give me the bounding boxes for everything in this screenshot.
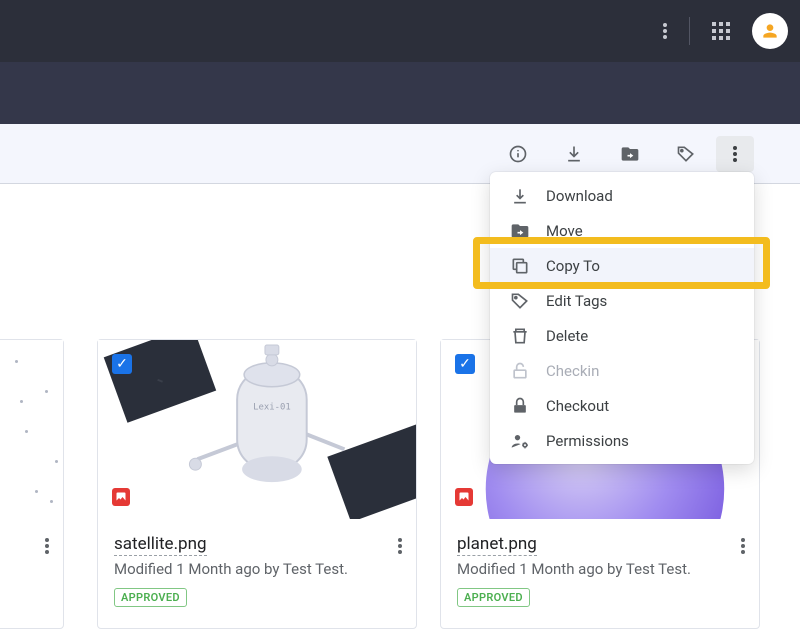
copy-icon [510,256,530,276]
menu-item-delete[interactable]: Delete [490,318,754,353]
menu-item-checkin: Checkin [490,353,754,388]
tag-icon [510,291,530,311]
menu-item-checkout[interactable]: Checkout [490,388,754,423]
sub-header [0,62,800,124]
selection-checkbox[interactable]: ✓ [112,354,132,374]
menu-item-move[interactable]: Move [490,213,754,248]
top-header [0,0,800,62]
menu-item-label: Permissions [546,432,629,450]
menu-item-label: Checkout [546,397,609,415]
apps-grid-icon[interactable] [712,22,730,40]
header-divider [689,17,690,45]
header-more-icon[interactable] [663,23,667,39]
asset-card[interactable]: st. [0,339,64,629]
menu-item-permissions[interactable]: Permissions [490,423,754,458]
menu-item-copy-to[interactable]: Copy To [490,248,754,283]
card-more-icon[interactable] [741,538,745,554]
svg-text:Lexi-01: Lexi-01 [253,403,291,413]
menu-item-edit-tags[interactable]: Edit Tags [490,283,754,318]
menu-item-label: Move [546,222,583,240]
move-folder-icon [510,221,530,241]
more-actions-button[interactable] [716,136,754,172]
download-icon [510,186,530,206]
actions-dropdown: Download Move Copy To Edit Tags Delete C… [490,172,754,464]
permissions-icon [510,431,530,451]
info-icon[interactable] [508,144,528,164]
user-avatar[interactable] [752,13,788,49]
download-icon[interactable] [564,144,584,164]
card-thumbnail [0,340,63,520]
menu-item-label: Checkin [546,362,599,380]
satellite-illustration: Lexi-01 [98,340,416,519]
tag-icon[interactable] [676,144,696,164]
menu-item-label: Delete [546,327,588,345]
card-more-icon[interactable] [45,538,49,554]
delete-icon [510,326,530,346]
move-folder-icon[interactable] [620,144,640,164]
menu-item-download[interactable]: Download [490,178,754,213]
asset-card[interactable]: ✓ Lexi-01 satellite.png Mod [97,339,417,629]
approved-badge: APPROVED [114,588,187,607]
image-type-icon [455,488,473,506]
card-filename[interactable]: planet.png [457,534,537,556]
menu-item-label: Copy To [546,257,600,275]
card-filename[interactable]: satellite.png [114,534,207,556]
approved-badge: APPROVED [457,588,530,607]
menu-item-label: Edit Tags [546,292,607,310]
image-type-icon [112,488,130,506]
menu-item-label: Download [546,187,613,205]
selection-checkbox[interactable]: ✓ [455,354,475,374]
card-modified: Modified 1 Month ago by Test Test. [114,560,400,578]
lock-icon [510,396,530,416]
card-thumbnail: ✓ Lexi-01 [98,340,416,520]
card-more-icon[interactable] [398,538,402,554]
card-modified: st. [0,557,47,575]
card-modified: Modified 1 Month ago by Test Test. [457,560,743,578]
unlock-icon [510,361,530,381]
